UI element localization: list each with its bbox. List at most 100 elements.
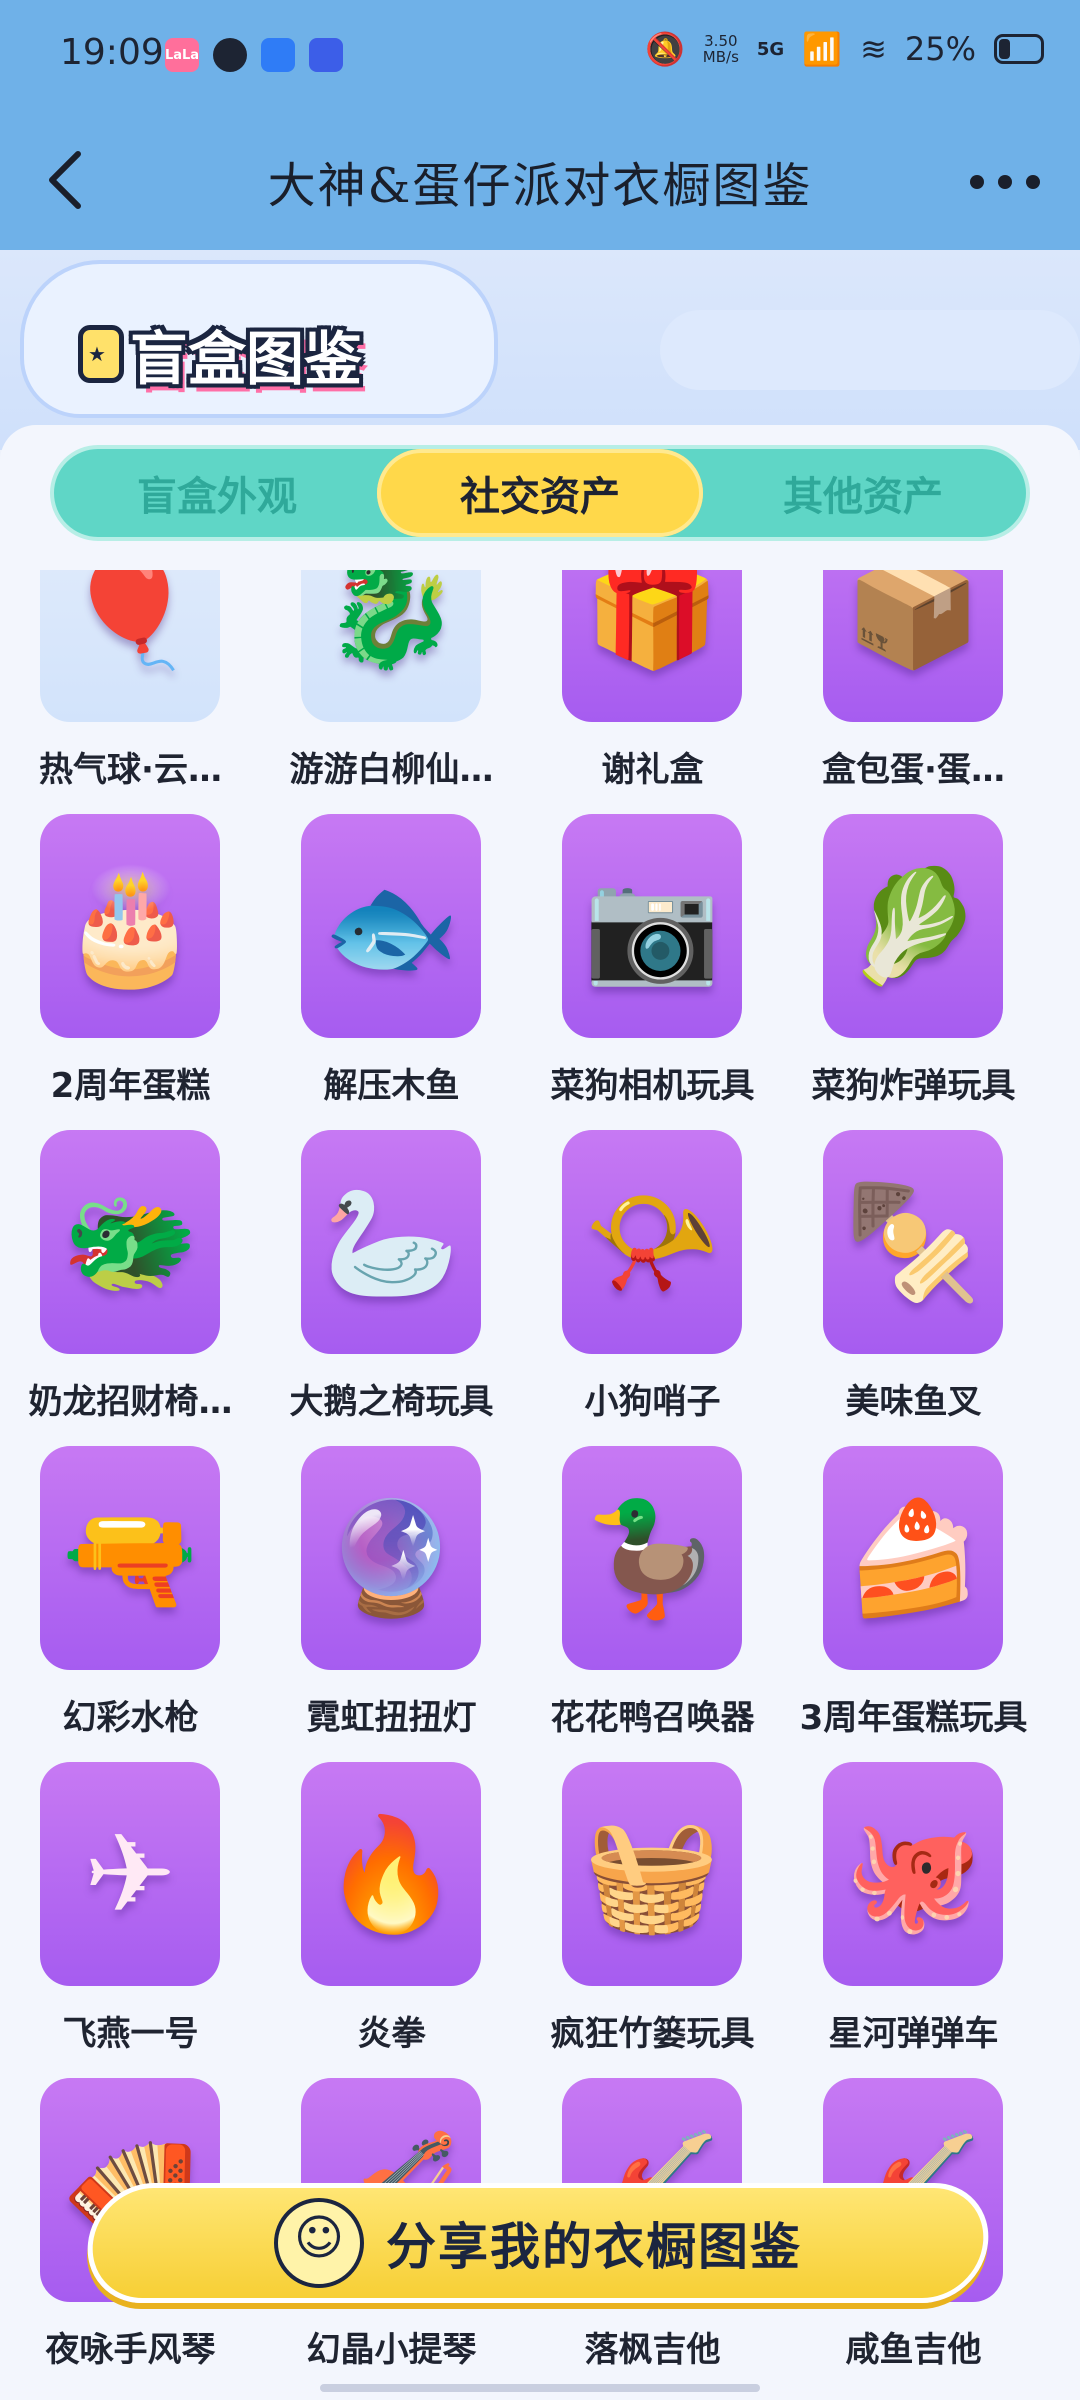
item-thumbnail[interactable]: 🥬 bbox=[823, 814, 1003, 1038]
fire-fist-icon: 🔥 bbox=[322, 1810, 460, 1938]
item-label: 花花鸭召唤器 bbox=[550, 1698, 755, 1738]
more-options-button[interactable] bbox=[970, 172, 1040, 192]
item-label: 夜咏手风琴 bbox=[45, 2330, 216, 2370]
item-label: 游游白柳仙… bbox=[289, 750, 494, 790]
title-bar: 大神&蛋仔派对衣橱图鉴 bbox=[0, 110, 1080, 250]
item-thumbnail[interactable]: 🐟 bbox=[301, 814, 481, 1038]
duck-icon: 🦆 bbox=[583, 1494, 721, 1622]
item-thumbnail[interactable]: 📯 bbox=[562, 1130, 742, 1354]
item-thumbnail[interactable]: 🧺 bbox=[562, 1762, 742, 1986]
item-thumbnail[interactable]: 🦢 bbox=[301, 1130, 481, 1354]
cabbage-dog-icon: 🥬 bbox=[844, 862, 982, 990]
lucky-dragon-icon: 🐲 bbox=[61, 1178, 199, 1306]
grid-item[interactable]: 🐲 奶龙招财椅… bbox=[0, 1130, 261, 1446]
grid-item[interactable]: 🐙 星河弹弹车 bbox=[783, 1762, 1044, 2078]
item-thumbnail[interactable]: 📦 bbox=[823, 570, 1003, 722]
mute-icon: 🔕 bbox=[644, 30, 685, 68]
home-indicator[interactable] bbox=[320, 2384, 760, 2392]
chevron-left-icon bbox=[49, 151, 81, 209]
grid-item[interactable]: 🔫 幻彩水枪 bbox=[0, 1446, 261, 1762]
grid-item[interactable]: 🧺 疯狂竹篓玩具 bbox=[522, 1762, 783, 2078]
item-label: 谢礼盒 bbox=[601, 750, 704, 790]
item-thumbnail[interactable]: 🍰 bbox=[823, 1446, 1003, 1670]
item-thumbnail[interactable]: 🎁 bbox=[562, 570, 742, 722]
item-label: 解压木鱼 bbox=[323, 1066, 460, 1106]
item-thumbnail[interactable]: 🔫 bbox=[40, 1446, 220, 1670]
item-label: 大鹅之椅玩具 bbox=[289, 1382, 494, 1422]
item-thumbnail[interactable]: ✈ bbox=[40, 1762, 220, 1986]
category-tabs: 盲盒外观 社交资产 其他资产 bbox=[50, 445, 1030, 541]
grid-item[interactable]: 📯 小狗哨子 bbox=[522, 1130, 783, 1446]
item-thumbnail[interactable]: 🎈 bbox=[40, 570, 220, 722]
grid-item[interactable]: 🦆 花花鸭召唤器 bbox=[522, 1446, 783, 1762]
fish-toy-icon: 🐟 bbox=[322, 862, 460, 990]
item-label: 奶龙招财椅… bbox=[28, 1382, 233, 1422]
item-grid: 🎈 热气球·云… 🐉 游游白柳仙… 🎁 谢礼盒 📦 盒包蛋·蛋… 🎂 2周年蛋糕 🐟 解压木鱼 📷 菜狗相… bbox=[0, 570, 1080, 2400]
grid-item[interactable]: 🍢 美味鱼叉 bbox=[783, 1130, 1044, 1446]
item-label: 菜狗炸弹玩具 bbox=[811, 1066, 1016, 1106]
header-banner: 盲盒图鉴 bbox=[0, 250, 1080, 450]
grid-item[interactable]: 🥬 菜狗炸弹玩具 bbox=[783, 814, 1044, 1130]
grid-item[interactable]: 🎈 热气球·云… bbox=[0, 570, 261, 814]
back-button[interactable] bbox=[40, 148, 100, 212]
item-label: 美味鱼叉 bbox=[845, 1382, 982, 1422]
item-label: 疯狂竹篓玩具 bbox=[550, 2014, 755, 2054]
network-speed: 3.50 MB/s bbox=[702, 32, 739, 66]
grid-item[interactable]: 🔥 炎拳 bbox=[261, 1762, 522, 2078]
item-label: 飞燕一号 bbox=[62, 2014, 199, 2054]
mascot-icon bbox=[274, 2198, 364, 2288]
tab-social-assets[interactable]: 社交资产 bbox=[377, 449, 703, 537]
item-label: 菜狗相机玩具 bbox=[550, 1066, 755, 1106]
grid-item[interactable]: 🎁 谢礼盒 bbox=[522, 570, 783, 814]
item-label: 炎拳 bbox=[357, 2014, 426, 2054]
item-label: 落枫吉他 bbox=[584, 2330, 721, 2370]
banner-title: 盲盒图鉴 bbox=[78, 312, 362, 396]
more-dot-icon bbox=[1026, 175, 1040, 189]
grid-item[interactable]: 🔮 霓虹扭扭灯 bbox=[261, 1446, 522, 1762]
basket-icon: 🧺 bbox=[583, 1810, 721, 1938]
tab-blindbox-appearance[interactable]: 盲盒外观 bbox=[54, 449, 380, 537]
tab-other-assets[interactable]: 其他资产 bbox=[700, 449, 1026, 537]
item-thumbnail[interactable]: 🎂 bbox=[40, 814, 220, 1038]
item-label: 3周年蛋糕玩具 bbox=[799, 1698, 1028, 1738]
whistle-icon: 📯 bbox=[583, 1178, 721, 1306]
item-thumbnail[interactable]: 🔮 bbox=[301, 1446, 481, 1670]
more-dot-icon bbox=[970, 175, 984, 189]
neon-lamp-icon: 🔮 bbox=[322, 1494, 460, 1622]
message-app-icon bbox=[261, 38, 295, 72]
grid-item[interactable]: ✈ 飞燕一号 bbox=[0, 1762, 261, 2078]
item-thumbnail[interactable]: 🍢 bbox=[823, 1130, 1003, 1354]
item-thumbnail[interactable]: 🐙 bbox=[823, 1762, 1003, 1986]
hot-air-balloon-icon: 🎈 bbox=[61, 570, 199, 674]
camera-toy-icon: 📷 bbox=[583, 862, 721, 990]
status-time: 19:09 bbox=[60, 32, 164, 73]
page-title: 大神&蛋仔派对衣橱图鉴 bbox=[267, 158, 813, 214]
network-type: 5G bbox=[756, 38, 785, 60]
item-thumbnail[interactable]: 🔥 bbox=[301, 1762, 481, 1986]
status-right: 🔕 3.50 MB/s 5G 📶 ≋ 25% bbox=[645, 30, 1044, 68]
banner-title-text: 盲盒图鉴 bbox=[130, 325, 363, 393]
notification-icons: LaLa bbox=[165, 38, 343, 72]
grid-item[interactable]: 🦢 大鹅之椅玩具 bbox=[261, 1130, 522, 1446]
more-dot-icon bbox=[998, 175, 1012, 189]
grid-item[interactable]: 📷 菜狗相机玩具 bbox=[522, 814, 783, 1130]
grid-item[interactable]: 🐟 解压木鱼 bbox=[261, 814, 522, 1130]
signal-icon: 📶 bbox=[802, 30, 843, 68]
item-thumbnail[interactable]: 🦆 bbox=[562, 1446, 742, 1670]
item-label: 霓虹扭扭灯 bbox=[306, 1698, 477, 1738]
item-thumbnail[interactable]: 📷 bbox=[562, 814, 742, 1038]
item-thumbnail[interactable]: 🐲 bbox=[40, 1130, 220, 1354]
white-dragon-icon: 🐉 bbox=[322, 570, 460, 674]
share-wardrobe-button[interactable]: 分享我的衣橱图鉴 bbox=[81, 2183, 995, 2303]
item-thumbnail[interactable]: 🐉 bbox=[301, 570, 481, 722]
battery-icon bbox=[994, 34, 1044, 64]
grid-item[interactable]: 🍰 3周年蛋糕玩具 bbox=[783, 1446, 1044, 1762]
item-label: 热气球·云… bbox=[39, 750, 222, 790]
grid-item[interactable]: 🎂 2周年蛋糕 bbox=[0, 814, 261, 1130]
item-label: 咸鱼吉他 bbox=[845, 2330, 982, 2370]
grid-item[interactable]: 📦 盒包蛋·蛋… bbox=[783, 570, 1044, 814]
wifi-icon: ≋ bbox=[860, 30, 887, 68]
item-label: 幻彩水枪 bbox=[62, 1698, 199, 1738]
wechat-icon bbox=[213, 38, 247, 72]
grid-item[interactable]: 🐉 游游白柳仙… bbox=[261, 570, 522, 814]
